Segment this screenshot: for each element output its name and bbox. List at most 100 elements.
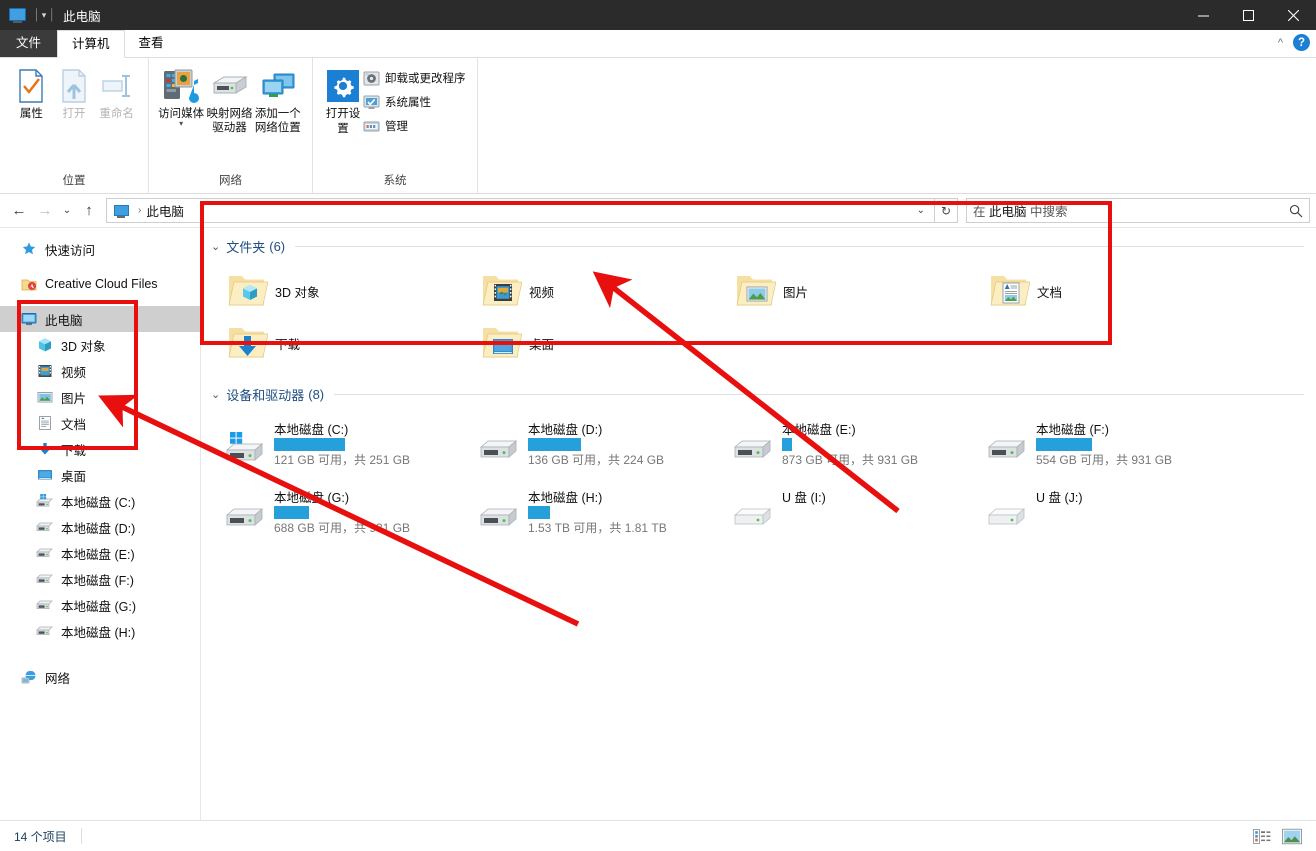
drive-item-d[interactable]: 本地磁盘 (D:) 136 GB 可用，共 224 GB (477, 411, 731, 479)
drives-group-header[interactable]: ⌄ 设备和驱动器 (8) (201, 381, 1316, 407)
windows-drive-icon (223, 425, 271, 471)
tab-computer[interactable]: 计算机 (57, 30, 125, 58)
sidebar-item-drive-c[interactable]: 本地磁盘 (C:) (0, 488, 200, 514)
folder-videos-icon (477, 268, 525, 314)
chevron-down-icon[interactable]: ⌄ (211, 240, 220, 253)
drive-item-usb-i[interactable]: U 盘 (I:) (731, 479, 985, 547)
search-placeholder: 在 此电脑 中搜索 (973, 205, 1068, 219)
drive-item-g[interactable]: 本地磁盘 (G:) 688 GB 可用，共 931 GB (223, 479, 477, 547)
drive-icon (477, 425, 525, 471)
drives-group-name: 设备和驱动器 (226, 387, 305, 403)
close-button[interactable] (1271, 0, 1316, 30)
folder-item-downloads[interactable]: 下载 (223, 317, 477, 369)
folder-desktop-icon (477, 320, 525, 366)
sidebar-item-label: 视频 (61, 365, 87, 380)
drive-item-c[interactable]: 本地磁盘 (C:) 121 GB 可用，共 251 GB (223, 411, 477, 479)
group-rule (334, 393, 1304, 395)
drive-item-f[interactable]: 本地磁盘 (F:) 554 GB 可用，共 931 GB (985, 411, 1239, 479)
collapse-ribbon-icon[interactable]: ^ (1278, 37, 1283, 49)
minimize-button[interactable] (1181, 0, 1226, 30)
refresh-button[interactable]: ↻ (935, 198, 958, 223)
drive-icon (36, 518, 54, 536)
tab-view[interactable]: 查看 (125, 30, 178, 57)
desktop-icon (36, 466, 54, 484)
add-network-location-button[interactable]: 添加一个网络位置 (254, 64, 302, 135)
folders-group-count: (6) (269, 238, 286, 254)
chevron-down-icon[interactable]: ⌄ (211, 388, 220, 401)
manage-button[interactable]: 管理 (363, 115, 466, 137)
sidebar-item-drive-g[interactable]: 本地磁盘 (G:) (0, 592, 200, 618)
usb-drive-icon (985, 493, 1033, 539)
recent-locations-button[interactable]: ⌄ (58, 198, 76, 224)
maximize-button[interactable] (1226, 0, 1271, 30)
access-media-button[interactable]: 访问媒体 ▾ (157, 64, 205, 128)
map-network-drive-button[interactable]: 映射网络驱动器 (205, 64, 253, 135)
quick-access-toolbar-separator-2: ⏐ (48, 7, 56, 22)
breadcrumb[interactable]: 此电脑 (146, 201, 184, 220)
sidebar-item-quick-access[interactable]: 快速访问 (0, 236, 200, 262)
folder-item-label: 3D 对象 (275, 285, 320, 300)
folders-group-header[interactable]: ⌄ 文件夹 (6) (201, 233, 1316, 259)
folder-item-3d-objects[interactable]: 3D 对象 (223, 265, 477, 317)
sidebar-item-videos[interactable]: 视频 (0, 358, 200, 384)
search-input[interactable]: 在 此电脑 中搜索 (966, 198, 1310, 223)
open-icon (59, 68, 89, 104)
back-button[interactable]: ← (6, 198, 32, 224)
sidebar-item-creative-cloud-files[interactable]: Creative Cloud Files (0, 271, 200, 297)
drive-item-usb-j[interactable]: U 盘 (J:) (985, 479, 1239, 547)
file-explorer-window: ⏐ ▾ ⏐ 此电脑 文件 计算机 查看 ^ ? 属性 打开 重命名 位置 访问媒… (0, 0, 1316, 851)
chevron-down-icon[interactable]: ⌄ (910, 205, 932, 216)
uninstall-program-button[interactable]: 卸载或更改程序 (363, 67, 466, 89)
drive-usage-bar (528, 438, 665, 451)
tab-file[interactable]: 文件 (0, 30, 58, 57)
sidebar-item-label: 快速访问 (45, 243, 96, 258)
folder-item-videos[interactable]: 视频 (477, 265, 731, 317)
open-settings-button[interactable]: 打开设置 (323, 64, 363, 137)
sidebar-item-drive-h[interactable]: 本地磁盘 (H:) (0, 618, 200, 644)
folder-item-label: 文档 (1037, 285, 1063, 300)
sidebar-item-this-pc[interactable]: 此电脑 (0, 306, 200, 332)
details-view-button[interactable] (1252, 827, 1272, 845)
sidebar-item-network[interactable]: 网络 (0, 664, 200, 690)
chevron-down-icon[interactable]: ▾ (179, 120, 183, 128)
sidebar-item-label: 本地磁盘 (C:) (61, 495, 136, 510)
folder-item-label: 下载 (275, 337, 301, 352)
drive-item-h[interactable]: 本地磁盘 (H:) 1.53 TB 可用，共 1.81 TB (477, 479, 731, 547)
drive-usage-bar (274, 438, 411, 451)
sidebar-item-drive-f[interactable]: 本地磁盘 (F:) (0, 566, 200, 592)
sidebar-item-downloads[interactable]: 下载 (0, 436, 200, 462)
folder-item-documents[interactable]: 文档 (985, 265, 1239, 317)
usb-drive-icon (731, 493, 779, 539)
sidebar-item-pictures[interactable]: 图片 (0, 384, 200, 410)
drive-usage-bar (782, 438, 919, 451)
folder-item-pictures[interactable]: 图片 (731, 265, 985, 317)
uninstall-program-label: 卸载或更改程序 (385, 73, 466, 85)
pictures-icon (36, 388, 54, 406)
sidebar-item-drive-d[interactable]: 本地磁盘 (D:) (0, 514, 200, 540)
sidebar-item-3d-objects[interactable]: 3D 对象 (0, 332, 200, 358)
sidebar-item-desktop[interactable]: 桌面 (0, 462, 200, 488)
address-field[interactable]: › 此电脑 ⌄ (106, 198, 935, 223)
large-icons-view-button[interactable] (1282, 827, 1302, 845)
media-server-icon (161, 68, 201, 104)
sidebar-item-label: 网络 (45, 671, 71, 686)
documents-icon (36, 414, 54, 432)
system-properties-button[interactable]: 系统属性 (363, 91, 466, 113)
open-button[interactable]: 打开 (53, 64, 96, 121)
sidebar-item-drive-e[interactable]: 本地磁盘 (E:) (0, 540, 200, 566)
sidebar-item-label: 本地磁盘 (H:) (61, 625, 136, 640)
sidebar-item-label: 下载 (61, 443, 87, 458)
folder-downloads-icon (223, 320, 271, 366)
folder-item-desktop[interactable]: 桌面 (477, 317, 731, 369)
properties-button[interactable]: 属性 (10, 64, 53, 121)
search-icon (1289, 204, 1303, 217)
up-button[interactable]: ↑ (76, 198, 102, 224)
sidebar-item-documents[interactable]: 文档 (0, 410, 200, 436)
file-list-pane[interactable]: ⌄ 文件夹 (6) 3D 对象 视频 图片 文档 下载 桌面 ⌄ 设备和驱动器 … (201, 228, 1316, 835)
drive-usage-bar (528, 506, 667, 519)
help-button[interactable]: ? (1293, 34, 1310, 51)
forward-button[interactable]: → (32, 198, 58, 224)
drive-item-e[interactable]: 本地磁盘 (E:) 873 GB 可用，共 931 GB (731, 411, 985, 479)
rename-button[interactable]: 重命名 (95, 64, 138, 121)
downloads-icon (36, 440, 54, 458)
